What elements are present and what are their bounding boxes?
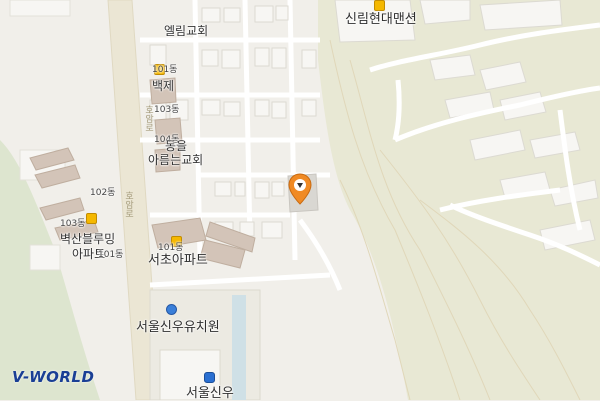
school-icon[interactable] <box>166 304 177 315</box>
place-label[interactable]: 동을 <box>165 140 187 152</box>
place-label-sinwoo-school[interactable]: 서울신우 <box>186 387 234 400</box>
place-label-church[interactable]: 아름는교회 <box>148 154 203 166</box>
building-label: 103동 <box>60 219 86 229</box>
building-label: 101동 <box>158 243 184 253</box>
school-icon[interactable] <box>204 372 215 383</box>
place-label-sinwoo-kindergarten[interactable]: 서울신우유치원 <box>136 321 220 334</box>
map-canvas[interactable] <box>0 0 600 400</box>
building-label: 101동 <box>152 65 178 75</box>
place-label[interactable]: 백제 <box>152 80 174 92</box>
place-label-elim-church[interactable]: 엘림교회 <box>164 25 208 37</box>
place-label-byeoksan-apt[interactable]: 벽산블루밍 <box>60 233 115 245</box>
road-label-hoamro: 호암로 <box>123 191 133 218</box>
vworld-logo: V-WORLD <box>12 368 95 386</box>
building-label: 103동 <box>154 105 180 115</box>
place-label-sillim-mansion[interactable]: 신림현대맨션 <box>345 13 417 26</box>
building-label: 101동 <box>98 250 124 260</box>
road-label-hoamro: 호암로 <box>143 105 153 132</box>
building-label: 102동 <box>90 188 116 198</box>
place-label-seocho-apt[interactable]: 서초아파트 <box>148 254 208 267</box>
apartment-icon[interactable] <box>86 213 97 224</box>
apartment-icon[interactable] <box>374 0 385 11</box>
